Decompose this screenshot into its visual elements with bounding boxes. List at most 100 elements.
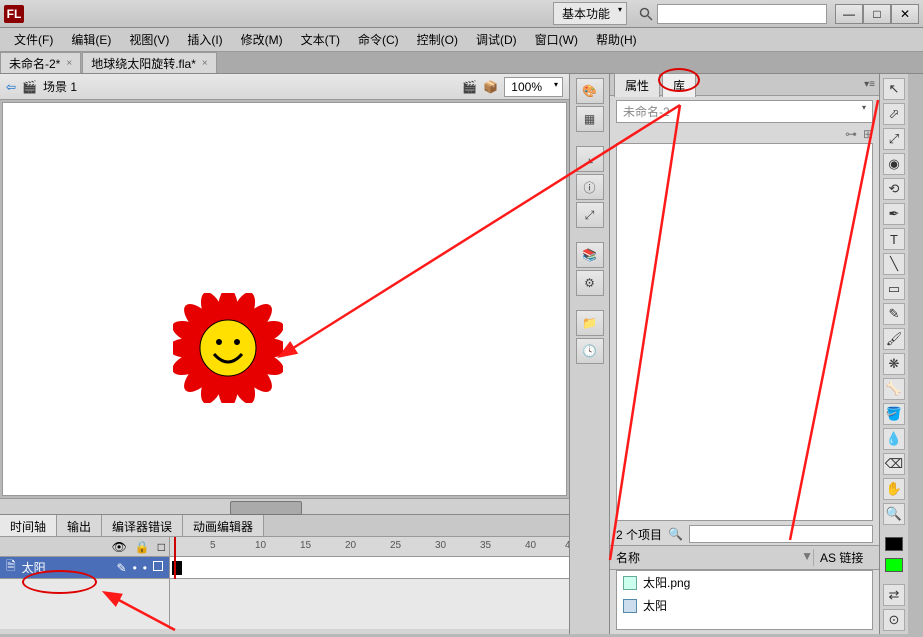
library-item[interactable]: 太阳.png: [617, 571, 872, 594]
tool-subselection[interactable]: ⬀: [883, 103, 905, 125]
pin-icon[interactable]: ⊶: [845, 127, 857, 141]
outline-icon[interactable]: □: [158, 540, 165, 554]
menu-modify[interactable]: 修改(M): [233, 28, 291, 51]
ruler-mark: 30: [435, 540, 446, 551]
menu-control[interactable]: 控制(O): [409, 28, 466, 51]
search-icon: 🔍: [668, 527, 683, 541]
menu-view[interactable]: 视图(V): [121, 28, 177, 51]
close-icon[interactable]: ×: [66, 58, 72, 69]
tool-pen[interactable]: ✒: [883, 203, 905, 225]
tool-lasso[interactable]: ⟲: [883, 178, 905, 200]
tool-eraser[interactable]: ⌫: [883, 453, 905, 475]
new-lib-icon[interactable]: ⊞: [863, 127, 873, 141]
tool-selection[interactable]: ↖: [883, 78, 905, 100]
playhead[interactable]: [174, 537, 176, 579]
tab-output[interactable]: 输出: [57, 515, 102, 536]
panel-menu-icon[interactable]: ▾≡: [864, 79, 875, 90]
tool-text[interactable]: T: [883, 228, 905, 250]
library-item[interactable]: 太阳: [617, 594, 872, 617]
tab-motion-editor[interactable]: 动画编辑器: [183, 515, 264, 536]
doc-tab-1[interactable]: 未命名-2* ×: [0, 52, 81, 73]
ruler-mark: 20: [345, 540, 356, 551]
menu-edit[interactable]: 编辑(E): [63, 28, 119, 51]
tool-line[interactable]: ╲: [883, 253, 905, 275]
tool-snap[interactable]: ⊙: [883, 609, 905, 631]
fill-color-swatch[interactable]: [885, 558, 903, 572]
zoom-selector[interactable]: 100%: [504, 77, 563, 97]
movieclip-icon: [623, 599, 637, 613]
horizontal-scrollbar[interactable]: [0, 498, 569, 514]
edit-symbols-icon[interactable]: 📦: [483, 80, 498, 94]
library-item-label: 太阳.png: [643, 574, 690, 591]
menu-file[interactable]: 文件(F): [6, 28, 61, 51]
scene-label: 场景 1: [43, 78, 77, 95]
pencil-icon: ✎: [117, 561, 127, 575]
search-icon: [637, 5, 655, 23]
dock-swatches-icon[interactable]: ▦: [576, 106, 604, 132]
tool-eyedropper[interactable]: 💧: [883, 428, 905, 450]
layer-row[interactable]: 🗎 太阳 ✎••: [0, 557, 169, 579]
dock-color-icon[interactable]: 🎨: [576, 78, 604, 104]
doc-tab-2[interactable]: 地球绕太阳旋转.fla* ×: [82, 52, 217, 73]
tool-paint-bucket[interactable]: 🪣: [883, 403, 905, 425]
doc-tab-2-label: 地球绕太阳旋转.fla*: [91, 55, 196, 72]
dock-library-icon[interactable]: 📚: [576, 242, 604, 268]
tab-library[interactable]: 库: [662, 73, 696, 97]
stage-canvas[interactable]: [2, 102, 567, 496]
layer-name-label[interactable]: 太阳: [22, 559, 46, 576]
column-name[interactable]: 名称: [616, 549, 801, 566]
library-list[interactable]: 太阳.png 太阳: [616, 570, 873, 630]
library-doc-selector[interactable]: 未命名-2: [616, 100, 873, 123]
tool-deco[interactable]: ❋: [883, 353, 905, 375]
lock-icon[interactable]: 🔒: [135, 540, 150, 554]
help-search-input[interactable]: [657, 4, 827, 24]
tool-free-transform[interactable]: ⤢: [883, 128, 905, 150]
library-search-input[interactable]: [689, 525, 873, 543]
eye-icon[interactable]: 👁: [112, 540, 127, 554]
stroke-color-swatch[interactable]: [885, 537, 903, 551]
document-tabs: 未命名-2* × 地球绕太阳旋转.fla* ×: [0, 52, 923, 74]
menu-insert[interactable]: 插入(I): [179, 28, 230, 51]
dock-history-icon[interactable]: 🕓: [576, 338, 604, 364]
tool-rectangle[interactable]: ▭: [883, 278, 905, 300]
bitmap-icon: [623, 576, 637, 590]
menu-window[interactable]: 窗口(W): [527, 28, 586, 51]
edit-scene-icon[interactable]: 🎬: [462, 80, 477, 94]
close-icon[interactable]: ×: [202, 58, 208, 69]
library-item-count: 2 个项目: [616, 526, 662, 543]
menu-debug[interactable]: 调试(D): [468, 28, 525, 51]
dock-behaviors-icon[interactable]: ⚙: [576, 270, 604, 296]
tool-bone[interactable]: 🦴: [883, 378, 905, 400]
menu-text[interactable]: 文本(T): [293, 28, 348, 51]
tool-zoom[interactable]: 🔍: [883, 503, 905, 525]
stage-object-sun[interactable]: [173, 293, 283, 403]
layer-icon: 🗎: [6, 557, 16, 578]
minimize-button[interactable]: —: [835, 4, 863, 24]
workspace-selector[interactable]: 基本功能: [553, 2, 627, 25]
back-icon[interactable]: ⇦: [6, 80, 16, 94]
ruler-mark: 5: [210, 540, 216, 551]
maximize-button[interactable]: □: [863, 4, 891, 24]
timeline-track[interactable]: [170, 557, 569, 579]
timeline-ruler[interactable]: 5 10 15 20 25 30 35 40 45: [170, 537, 569, 557]
tool-brush[interactable]: 🖌: [883, 328, 905, 350]
menu-help[interactable]: 帮助(H): [588, 28, 645, 51]
library-item-label: 太阳: [643, 597, 667, 614]
dock-info-icon[interactable]: ⓘ: [576, 174, 604, 200]
column-as-link[interactable]: AS 链接: [813, 549, 873, 566]
menu-commands[interactable]: 命令(C): [350, 28, 407, 51]
tab-properties[interactable]: 属性: [614, 73, 660, 97]
scene-icon: 🎬: [22, 80, 37, 94]
doc-tab-1-label: 未命名-2*: [9, 55, 60, 72]
dock-project-icon[interactable]: 📁: [576, 310, 604, 336]
dock-align-icon[interactable]: ⫠: [576, 146, 604, 172]
tool-3d-rotation[interactable]: ◉: [883, 153, 905, 175]
ruler-mark: 45: [565, 540, 569, 551]
tool-pencil[interactable]: ✎: [883, 303, 905, 325]
tab-timeline[interactable]: 时间轴: [0, 515, 57, 536]
tool-hand[interactable]: ✋: [883, 478, 905, 500]
tab-compiler-errors[interactable]: 编译器错误: [102, 515, 183, 536]
tool-swap-colors[interactable]: ⇄: [883, 584, 905, 606]
dock-transform-icon[interactable]: ⤢: [576, 202, 604, 228]
close-button[interactable]: ✕: [891, 4, 919, 24]
